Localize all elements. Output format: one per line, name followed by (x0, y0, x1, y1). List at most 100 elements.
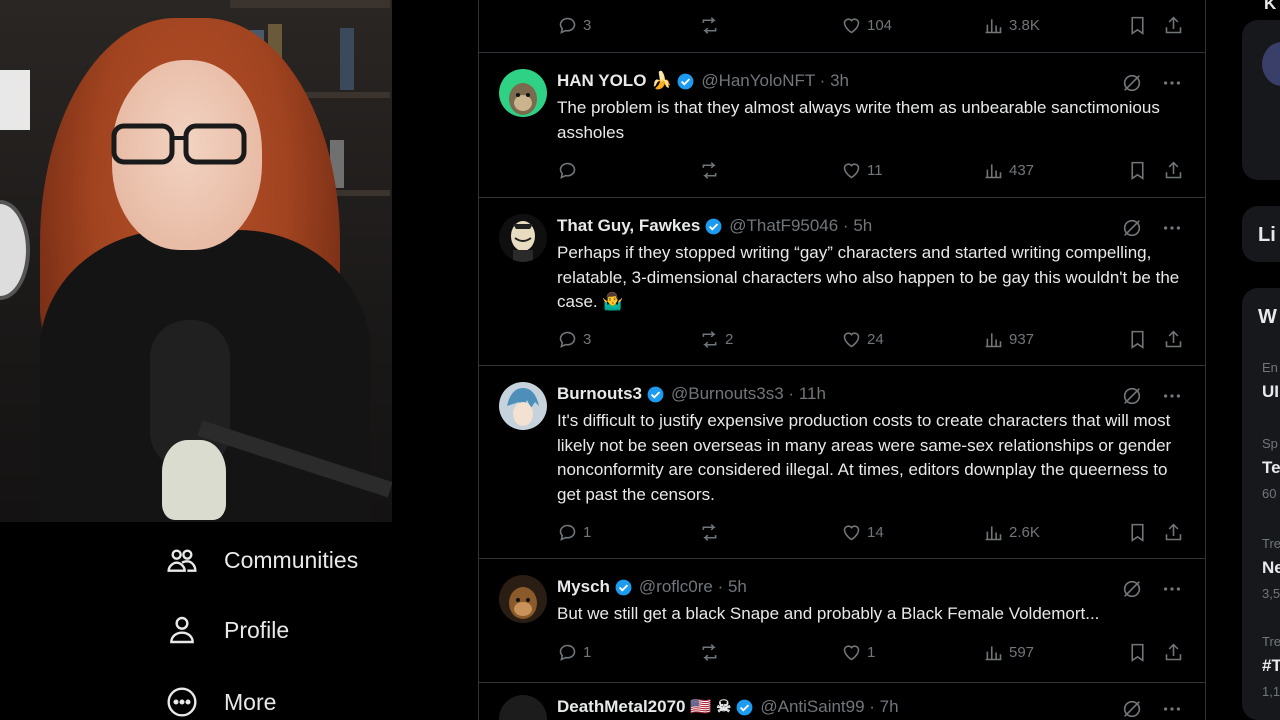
trend-name[interactable]: Te (1262, 458, 1280, 478)
views-button[interactable]: 437 (983, 160, 1034, 181)
nav-profile[interactable]: Profile (166, 614, 289, 646)
reply-count: 1 (583, 524, 592, 541)
grok-icon[interactable] (1121, 698, 1143, 720)
bookmark-icon (1131, 523, 1144, 542)
ape-avatar-icon (509, 587, 537, 619)
share-button[interactable] (1163, 642, 1184, 663)
bookmark-button[interactable] (1127, 522, 1148, 543)
bookmark-button[interactable] (1127, 642, 1148, 663)
trend-name[interactable]: UI (1262, 382, 1279, 402)
reply-button[interactable]: 1 (557, 522, 591, 543)
avatar[interactable] (499, 382, 547, 430)
like-count: 11 (867, 162, 883, 179)
grok-icon[interactable] (1121, 578, 1143, 600)
reply-button[interactable] (557, 160, 583, 181)
author-name[interactable]: Mysch (557, 577, 610, 597)
trend-count: 1,1 (1262, 684, 1280, 699)
tweet[interactable]: DeathMetal2070 🇺🇸 ☠ @AntiSaint99 · 7h (479, 683, 1205, 720)
like-button[interactable]: 104 (841, 15, 892, 36)
retweet-button[interactable] (699, 160, 725, 181)
nav-more[interactable]: More (166, 686, 276, 718)
tweet-actions: 1 14 2.6K (557, 522, 1187, 546)
share-button[interactable] (1163, 329, 1184, 350)
anime-avatar-icon (507, 388, 539, 426)
grok-icon[interactable] (1121, 385, 1143, 407)
like-count: 14 (867, 524, 884, 541)
nav-label: Communities (224, 546, 359, 573)
tweet[interactable]: Burnouts3 @Burnouts3s3 · 11h It's diffic… (479, 366, 1205, 559)
views-icon (985, 164, 1002, 179)
share-button[interactable] (1163, 15, 1184, 36)
author-name[interactable]: HAN YOLO 🍌 (557, 71, 672, 91)
more-options-icon[interactable] (1161, 578, 1183, 600)
nav-label: Profile (224, 616, 290, 643)
avatar[interactable] (499, 575, 547, 623)
more-options-icon[interactable] (1161, 698, 1183, 720)
like-button[interactable]: 11 (841, 160, 883, 181)
box (0, 70, 30, 130)
retweet-button[interactable]: 2 (699, 329, 733, 350)
like-button[interactable]: 14 (841, 522, 884, 543)
timeline: 3 104 3.8K HAN YOLO 🍌 @HanYoloNFT · 3h T… (478, 0, 1206, 720)
bookmark-button[interactable] (1127, 329, 1148, 350)
bookmark-button[interactable] (1127, 15, 1148, 36)
author-name[interactable]: That Guy, Fawkes (557, 216, 700, 236)
nav-communities[interactable]: Communities (166, 544, 358, 576)
tweet[interactable]: Mysch @roflc0re · 5h But we still get a … (479, 559, 1205, 683)
views-button[interactable]: 597 (983, 642, 1034, 663)
retweet-icon (702, 17, 717, 34)
views-button[interactable]: 2.6K (983, 522, 1040, 543)
avatar[interactable] (499, 695, 547, 720)
retweet-button[interactable] (699, 642, 725, 663)
reply-icon (559, 524, 576, 541)
like-button[interactable]: 1 (841, 642, 875, 663)
author-name[interactable]: DeathMetal2070 🇺🇸 ☠ (557, 697, 731, 717)
avatar[interactable] (499, 69, 547, 117)
author-name[interactable]: Burnouts3 (557, 384, 642, 404)
retweet-button[interactable] (699, 522, 725, 543)
tweet-text: It's difficult to justify expensive prod… (557, 411, 1172, 504)
reply-icon (559, 644, 576, 661)
bookmark-icon (1131, 161, 1144, 180)
share-button[interactable] (1163, 160, 1184, 181)
bookmark-icon (1131, 330, 1144, 349)
views-button[interactable]: 3.8K (983, 15, 1040, 36)
author-handle-time[interactable]: @Burnouts3s3 · 11h (671, 384, 826, 404)
like-button[interactable]: 24 (841, 329, 884, 350)
trend-count: 60 (1262, 486, 1277, 501)
verified-badge-icon (677, 73, 694, 89)
like-count: 1 (867, 644, 876, 661)
reply-button[interactable]: 3 (557, 15, 591, 36)
share-button[interactable] (1163, 522, 1184, 543)
heart-icon (843, 163, 860, 179)
reply-button[interactable]: 1 (557, 642, 591, 663)
tweet-partial[interactable]: 3 104 3.8K (479, 0, 1205, 53)
views-button[interactable]: 937 (983, 329, 1034, 350)
card-title: W (1258, 306, 1277, 328)
more-options-icon[interactable] (1161, 385, 1183, 407)
tweet-header: DeathMetal2070 🇺🇸 ☠ @AntiSaint99 · 7h (557, 697, 899, 717)
reply-button[interactable]: 3 (557, 329, 591, 350)
trend-name[interactable]: #T (1262, 656, 1280, 676)
author-handle-time[interactable]: @HanYoloNFT · 3h (701, 71, 849, 91)
author-handle-time[interactable]: @roflc0re · 5h (639, 577, 747, 597)
bookmark-icon (1131, 643, 1144, 662)
more-options-icon[interactable] (1161, 72, 1183, 94)
more-options-icon[interactable] (1161, 217, 1183, 239)
author-handle-time[interactable]: @ThatF95046 · 5h (729, 216, 872, 236)
tweet[interactable]: That Guy, Fawkes @ThatF95046 · 5h Perhap… (479, 198, 1205, 366)
retweet-button[interactable] (699, 15, 725, 36)
grok-icon[interactable] (1121, 72, 1143, 94)
tweet[interactable]: HAN YOLO 🍌 @HanYoloNFT · 3h The problem … (479, 53, 1205, 198)
tweet-menu (1121, 72, 1183, 94)
trend-count: 3,5 (1262, 586, 1280, 601)
avatar[interactable] (499, 214, 547, 262)
trend-name[interactable]: Ne (1262, 558, 1280, 578)
author-handle-time[interactable]: @AntiSaint99 · 7h (760, 697, 898, 717)
grok-icon[interactable] (1121, 217, 1143, 239)
tweet-actions: 11 437 (557, 160, 1187, 184)
retweet-icon (702, 644, 717, 661)
like-count: 104 (867, 17, 893, 34)
avatar[interactable] (1262, 42, 1280, 86)
bookmark-button[interactable] (1127, 160, 1148, 181)
